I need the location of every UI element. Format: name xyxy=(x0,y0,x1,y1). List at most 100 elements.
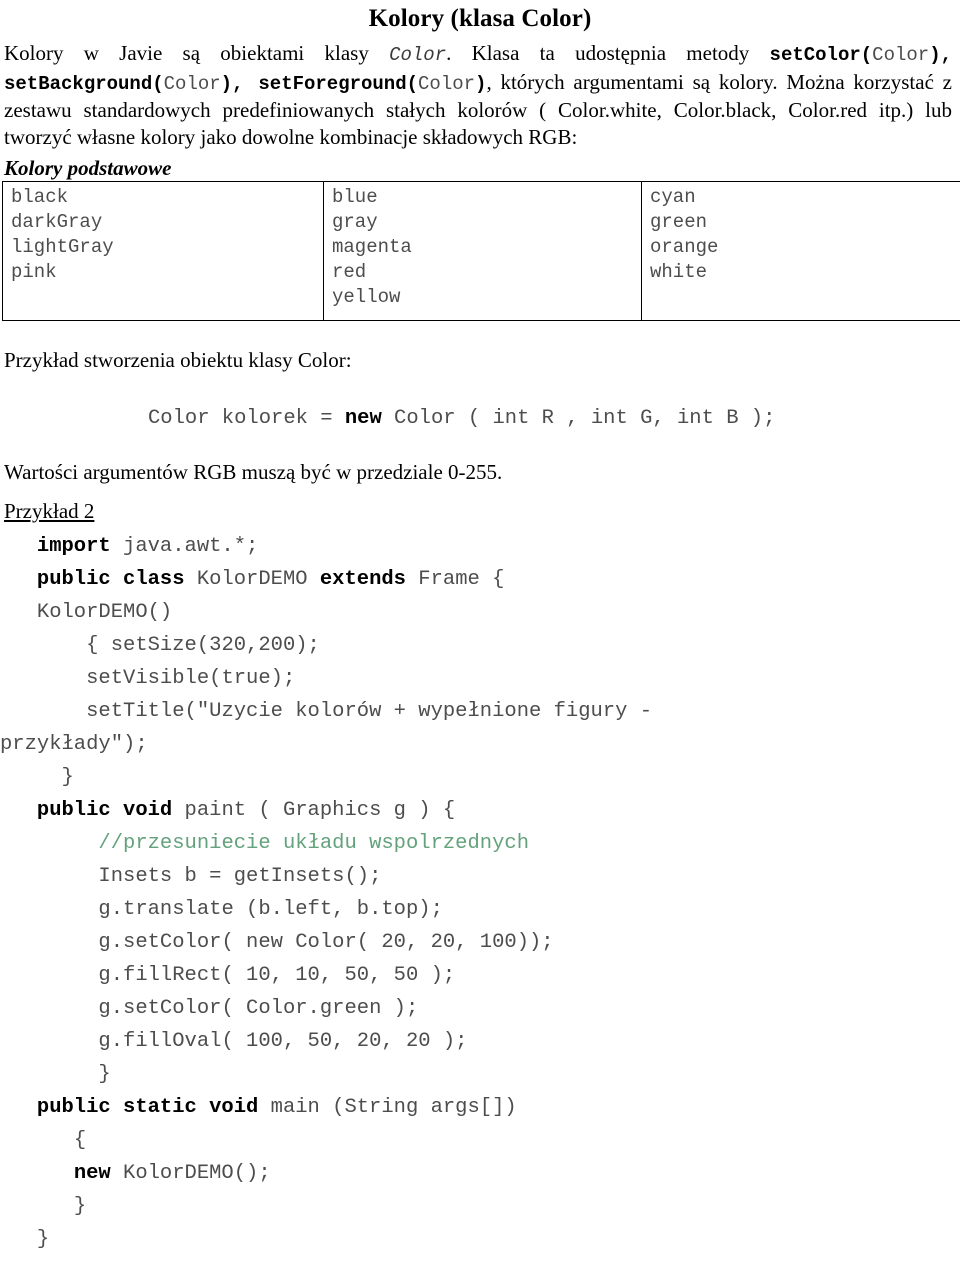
document-page: Kolory (klasa Color) Kolory w Javie są o… xyxy=(0,4,960,1261)
code-text: g.fillOval( 100, 50, 20, 20 ); xyxy=(98,1030,467,1053)
inline-code-setcolor: setColor xyxy=(770,44,861,66)
code-text: g.setColor( Color.green ); xyxy=(98,997,418,1020)
code-text: setTitle("Uzycie kolorów + wypełnione fi… xyxy=(86,700,652,723)
code-indent xyxy=(0,1195,74,1218)
code-line: { setSize(320,200); xyxy=(0,629,960,662)
code-line: przykłady"); xyxy=(0,728,960,761)
color-name: orange xyxy=(650,235,955,260)
spacer xyxy=(0,433,960,459)
code-keyword: new xyxy=(74,1162,111,1185)
code-line: public void paint ( Graphics g ) { xyxy=(0,794,960,827)
code-indent xyxy=(0,799,37,822)
code-indent xyxy=(0,568,37,591)
color-name: yellow xyxy=(332,285,635,310)
sample-code-keyword: new xyxy=(345,407,382,430)
code-line: import java.awt.*; xyxy=(0,530,960,563)
code-text: g.fillRect( 10, 10, 50, 50 ); xyxy=(98,964,455,987)
code-text: java.awt.*; xyxy=(111,535,259,558)
code-indent xyxy=(0,964,98,987)
code-text: } xyxy=(62,766,74,789)
intro-text-1: Kolory w Javie są obiektami klasy xyxy=(4,41,389,65)
intro-paragraph: Kolory w Javie są obiektami klasy Color.… xyxy=(4,40,952,150)
inline-paren-open-3: ( xyxy=(407,73,418,95)
code-indent xyxy=(0,1129,74,1152)
code-keyword: public static void xyxy=(37,1096,258,1119)
code-indent xyxy=(0,865,98,888)
rgb-range-note: Wartości argumentów RGB muszą być w prze… xyxy=(4,459,960,485)
code-line: public static void main (String args[]) xyxy=(0,1091,960,1124)
inline-paren-close-3: ) xyxy=(475,73,486,95)
code-text: paint ( Graphics g ) { xyxy=(172,799,455,822)
code-line: //przesuniecie układu wspolrzednych xyxy=(0,827,960,860)
code-indent xyxy=(0,700,86,723)
code-line: } xyxy=(0,761,960,794)
spacer xyxy=(0,373,960,405)
code-line: } xyxy=(0,1223,960,1256)
inline-paren-open-2: ( xyxy=(152,73,163,95)
code-text: KolorDEMO xyxy=(185,568,320,591)
code-indent xyxy=(0,931,98,954)
inline-code-setbackground: setBackground xyxy=(4,73,152,95)
inline-comma-2: , xyxy=(232,73,258,95)
color-name: black xyxy=(11,185,317,210)
code-indent xyxy=(0,1096,37,1119)
sample-code-pre: Color kolorek = xyxy=(148,407,345,430)
color-name: lightGray xyxy=(11,235,317,260)
colors-column-1: black darkGray lightGray pink xyxy=(3,182,324,321)
basic-colors-table: black darkGray lightGray pink blue gray … xyxy=(2,181,960,321)
code-indent xyxy=(0,1162,74,1185)
color-name: pink xyxy=(11,260,317,285)
color-name: blue xyxy=(332,185,635,210)
code-indent xyxy=(0,601,37,624)
intro-text-2: . Klasa ta udostępnia metody xyxy=(446,41,769,65)
sample-code-line: Color kolorek = new Color ( int R , int … xyxy=(148,405,960,433)
code-line: Insets b = getInsets(); xyxy=(0,860,960,893)
code-indent xyxy=(0,766,62,789)
code-line: g.setColor( Color.green ); xyxy=(0,992,960,1025)
code-line: } xyxy=(0,1058,960,1091)
code-line: g.fillOval( 100, 50, 20, 20 ); xyxy=(0,1025,960,1058)
spacer xyxy=(0,485,960,499)
code-indent xyxy=(0,1063,98,1086)
sample-code-post: Color ( int R , int G, int B ); xyxy=(382,407,776,430)
code-line: KolorDEMO() xyxy=(0,596,960,629)
code-indent xyxy=(0,1030,98,1053)
code-comment: //przesuniecie układu wspolrzednych xyxy=(98,832,529,855)
colors-section-heading: Kolory podstawowe xyxy=(4,156,960,180)
color-name: white xyxy=(650,260,955,285)
code-line: g.translate (b.left, b.top); xyxy=(0,893,960,926)
inline-paren-open-1: ( xyxy=(861,44,872,66)
color-name: red xyxy=(332,260,635,285)
code-text: g.translate (b.left, b.top); xyxy=(98,898,442,921)
color-name: gray xyxy=(332,210,635,235)
code-keyword: public class xyxy=(37,568,185,591)
code-indent xyxy=(0,667,86,690)
inline-code-color: Color xyxy=(389,44,446,66)
code-text: setVisible(true); xyxy=(86,667,295,690)
code-keyword: extends xyxy=(320,568,406,591)
code-indent xyxy=(0,1228,37,1251)
page-title: Kolory (klasa Color) xyxy=(0,4,960,34)
color-name: magenta xyxy=(332,235,635,260)
code-indent xyxy=(0,997,98,1020)
code-keyword: import xyxy=(37,535,111,558)
code-line: g.fillRect( 10, 10, 50, 50 ); xyxy=(0,959,960,992)
code-text: } xyxy=(37,1228,49,1251)
code-line: setTitle("Uzycie kolorów + wypełnione fi… xyxy=(0,695,960,728)
inline-code-setforeground: setForeground xyxy=(258,73,406,95)
code-text: main (String args[]) xyxy=(258,1096,516,1119)
code-text: { setSize(320,200); xyxy=(86,634,320,657)
inline-arg-color-2: Color xyxy=(164,73,221,95)
inline-arg-color-3: Color xyxy=(418,73,475,95)
colors-column-2: blue gray magenta red yellow xyxy=(324,182,642,321)
code-text: } xyxy=(74,1195,86,1218)
code-text: Frame { xyxy=(406,568,504,591)
code-line: g.setColor( new Color( 20, 20, 100)); xyxy=(0,926,960,959)
code-line: } xyxy=(0,1190,960,1223)
code-text: { xyxy=(74,1129,86,1152)
code-keyword: public void xyxy=(37,799,172,822)
colors-column-3: cyan green orange white xyxy=(642,182,960,321)
code-text: g.setColor( new Color( 20, 20, 100)); xyxy=(98,931,553,954)
code-line: { xyxy=(0,1124,960,1157)
java-code-block: import java.awt.*; public class KolorDEM… xyxy=(0,530,960,1256)
